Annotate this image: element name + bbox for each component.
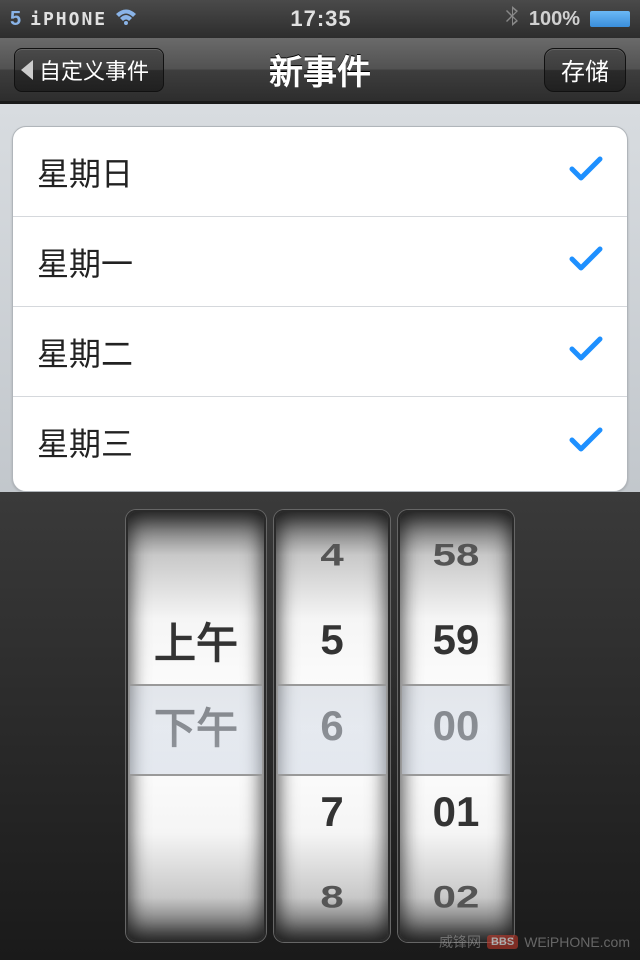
picker-slot-selected: 6	[276, 683, 388, 769]
picker-slot	[128, 523, 264, 587]
status-time: 17:35	[290, 6, 351, 32]
picker-slot: 59	[400, 598, 512, 684]
day-label: 星期日	[37, 149, 133, 195]
picker-slot-selected: 下午	[128, 683, 264, 769]
watermark-site: 威锋网	[439, 932, 481, 952]
picker-slot: 8	[276, 865, 388, 929]
watermark-domain: WEiPHONE.com	[524, 934, 630, 950]
list-item[interactable]: 星期三	[13, 397, 627, 487]
day-label: 星期三	[37, 419, 133, 465]
content-area: 星期日 星期一 星期二 星期三	[0, 104, 640, 492]
back-arrow-icon	[21, 60, 33, 80]
picker-slot: 02	[400, 865, 512, 929]
save-button[interactable]: 存储	[544, 48, 626, 92]
day-label: 星期二	[37, 329, 133, 375]
battery-icon	[590, 11, 630, 27]
picker-slot	[128, 769, 264, 855]
picker-slot: 4	[276, 523, 388, 587]
picker-slot: 5	[276, 598, 388, 684]
day-label: 星期一	[37, 239, 133, 285]
picker-slot: 01	[400, 769, 512, 855]
bluetooth-icon	[505, 5, 519, 33]
time-picker: 上午 下午 4 5 6 7 8 58 59 00 01 02	[126, 510, 514, 942]
check-icon	[569, 336, 603, 367]
watermark: 威锋网 BBS WEiPHONE.com	[439, 932, 630, 952]
list-item[interactable]: 星期一	[13, 217, 627, 307]
picker-slot-selected: 00	[400, 683, 512, 769]
minute-wheel[interactable]: 58 59 00 01 02	[398, 510, 514, 942]
list-item[interactable]: 星期二	[13, 307, 627, 397]
time-picker-area: 上午 下午 4 5 6 7 8 58 59 00 01 02	[0, 492, 640, 960]
save-button-label: 存储	[561, 52, 609, 87]
battery-percent: 100%	[529, 8, 580, 31]
back-button[interactable]: 自定义事件	[14, 48, 164, 92]
carrier-label: iPHONE	[30, 9, 107, 30]
status-right: 100%	[505, 5, 630, 33]
list-item[interactable]: 星期日	[13, 127, 627, 217]
check-icon	[569, 246, 603, 277]
picker-slot: 上午	[128, 598, 264, 684]
picker-slot	[128, 865, 264, 929]
wifi-icon	[115, 8, 137, 31]
day-list[interactable]: 星期日 星期一 星期二 星期三	[12, 126, 628, 492]
status-bar: 5 iPHONE 17:35 100%	[0, 0, 640, 38]
check-icon	[569, 156, 603, 187]
watermark-badge: BBS	[487, 935, 518, 949]
status-left: 5 iPHONE	[10, 8, 137, 31]
ampm-wheel[interactable]: 上午 下午	[126, 510, 266, 942]
picker-slot: 58	[400, 523, 512, 587]
nav-bar: 自定义事件 新事件 存储	[0, 38, 640, 104]
signal-icon: 5	[10, 8, 22, 31]
back-button-label: 自定义事件	[39, 54, 149, 86]
check-icon	[569, 427, 603, 458]
page-title: 新事件	[269, 45, 371, 94]
picker-slot: 7	[276, 769, 388, 855]
hour-wheel[interactable]: 4 5 6 7 8	[274, 510, 390, 942]
